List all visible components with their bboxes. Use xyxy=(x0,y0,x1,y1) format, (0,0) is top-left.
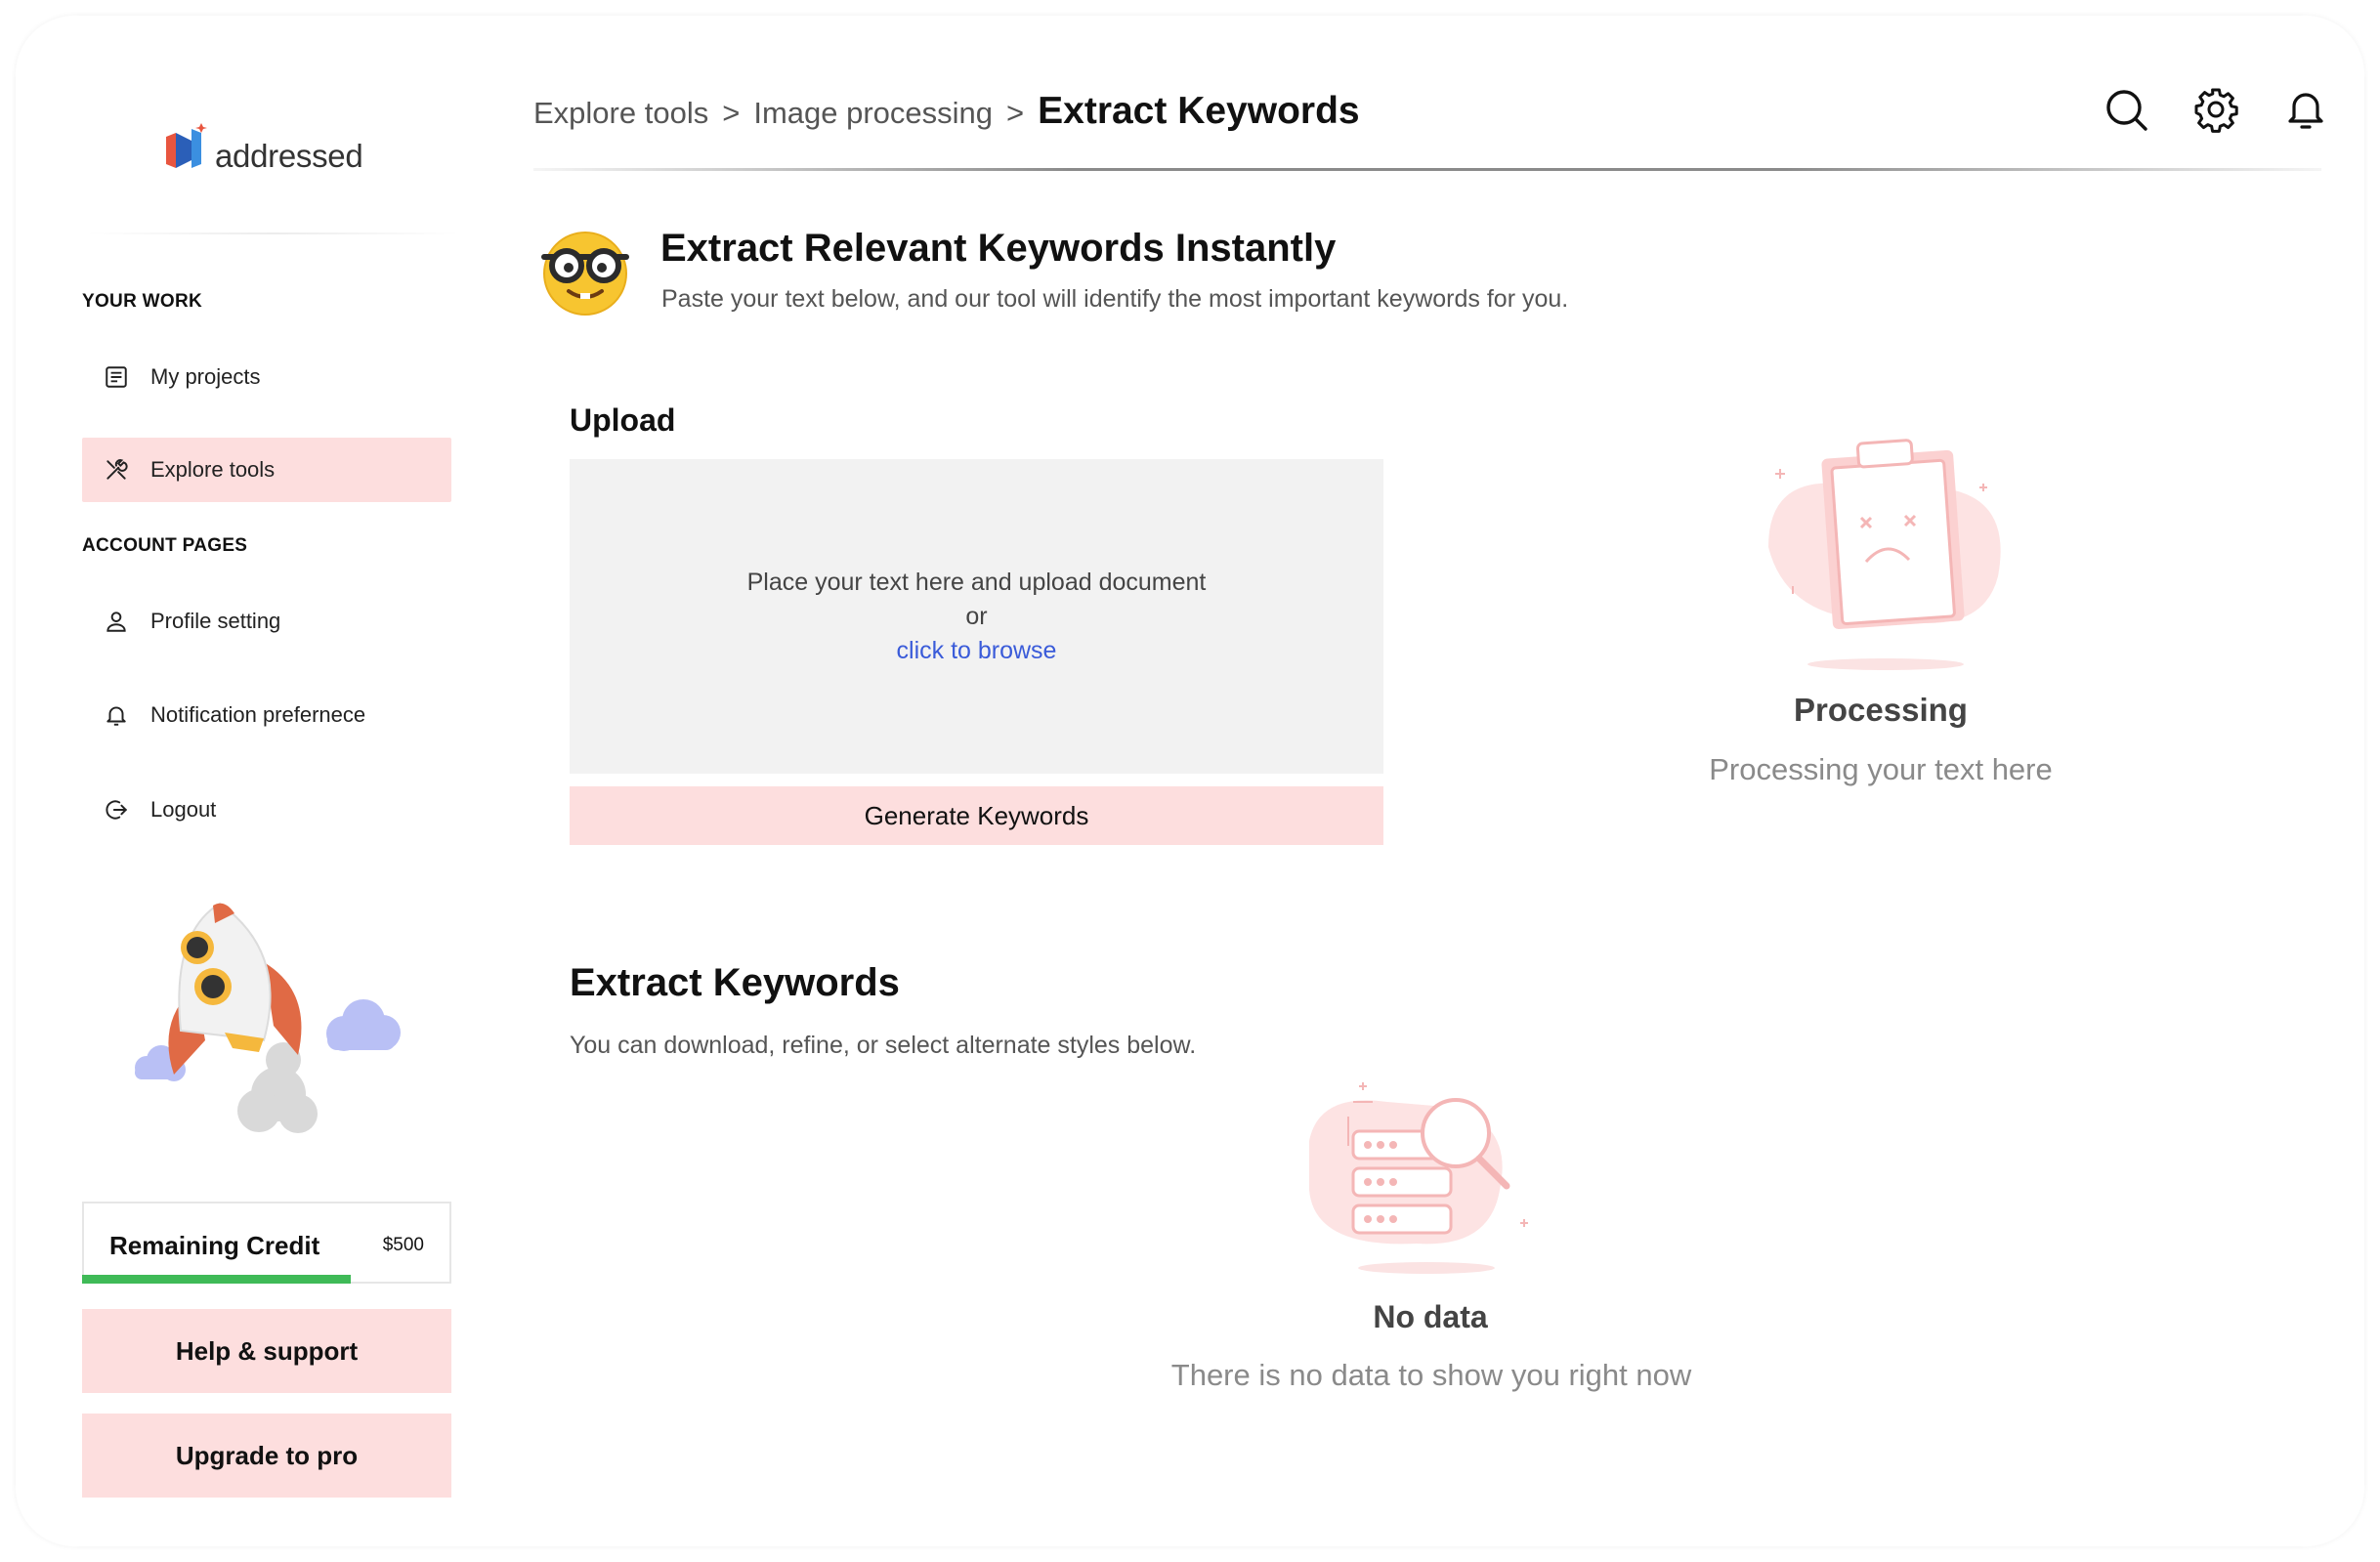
tools-icon xyxy=(102,455,131,485)
sidebar-item-explore-tools[interactable]: Explore tools xyxy=(82,438,451,502)
hero-subtitle: Paste your text below, and our tool will… xyxy=(661,285,1569,313)
breadcrumb-explore-tools[interactable]: Explore tools xyxy=(533,96,708,131)
remaining-credit-card: Remaining Credit $500 xyxy=(82,1202,451,1284)
sidebar: addressed YOUR WORK My projects Explore … xyxy=(0,0,489,1562)
sidebar-item-label: Notification prefernece xyxy=(150,702,366,727)
logo-divider xyxy=(88,232,459,234)
sidebar-item-profile-setting[interactable]: Profile setting xyxy=(82,589,451,654)
gear-icon[interactable] xyxy=(2190,84,2241,135)
user-icon xyxy=(102,607,131,636)
sidebar-item-label: Profile setting xyxy=(150,609,281,633)
credit-label: Remaining Credit xyxy=(109,1231,320,1260)
browse-link[interactable]: click to browse xyxy=(897,637,1057,665)
rocket-illustration xyxy=(117,894,420,1148)
breadcrumb-separator: > xyxy=(1006,96,1025,130)
hero-title: Extract Relevant Keywords Instantly xyxy=(660,227,1337,270)
breadcrumb-separator: > xyxy=(722,96,741,130)
no-data-illustration xyxy=(1290,1073,1563,1278)
processing-clipboard-illustration xyxy=(1749,430,2013,674)
upload-title: Upload xyxy=(570,402,676,438)
section-title-account-pages: ACCOUNT PAGES xyxy=(82,535,248,556)
document-list-icon xyxy=(102,362,131,392)
sidebar-item-notification-preferences[interactable]: Notification prefernece xyxy=(82,683,451,747)
processing-title: Processing xyxy=(1794,692,1968,728)
credit-progress-bar xyxy=(82,1275,352,1284)
dropzone-instructions: Place your text here and upload document xyxy=(746,568,1207,596)
page-title: Extract Keywords xyxy=(1038,90,1360,132)
sidebar-item-logout[interactable]: Logout xyxy=(82,778,451,842)
text-upload-dropzone[interactable]: Place your text here and upload document… xyxy=(570,459,1383,774)
credit-value: $500 xyxy=(382,1235,424,1255)
sidebar-item-my-projects[interactable]: My projects xyxy=(82,345,451,409)
section-title-your-work: YOUR WORK xyxy=(82,291,203,312)
sidebar-item-label: Logout xyxy=(150,797,217,822)
addressed-logo-mark-icon xyxy=(166,123,207,168)
help-support-button[interactable]: Help & support xyxy=(82,1309,451,1393)
breadcrumb: Explore tools > Image processing > Extra… xyxy=(533,90,1360,133)
breadcrumb-image-processing[interactable]: Image processing xyxy=(753,96,993,131)
generate-keywords-button[interactable]: Generate Keywords xyxy=(570,786,1383,845)
results-subtitle: You can download, refine, or select alte… xyxy=(570,1032,1197,1059)
sidebar-item-label: My projects xyxy=(150,364,261,389)
bell-icon[interactable] xyxy=(2280,84,2331,135)
header-divider xyxy=(533,168,2321,171)
nerd-face-emoji xyxy=(535,227,635,317)
results-title: Extract Keywords xyxy=(570,961,900,1004)
empty-state-subtitle: There is no data to show you right now xyxy=(1170,1358,1692,1392)
sidebar-item-label: Explore tools xyxy=(150,457,276,482)
empty-state-title: No data xyxy=(1373,1299,1488,1334)
header-actions xyxy=(2101,84,2331,135)
dropzone-or: or xyxy=(965,602,988,630)
processing-subtitle: Processing your text here xyxy=(1709,752,2053,786)
upgrade-to-pro-button[interactable]: Upgrade to pro xyxy=(82,1414,451,1498)
logo-text: addressed xyxy=(215,138,363,174)
bell-icon xyxy=(102,700,131,730)
search-icon[interactable] xyxy=(2101,84,2151,135)
logout-icon xyxy=(102,795,131,824)
logo[interactable]: addressed xyxy=(162,121,363,174)
